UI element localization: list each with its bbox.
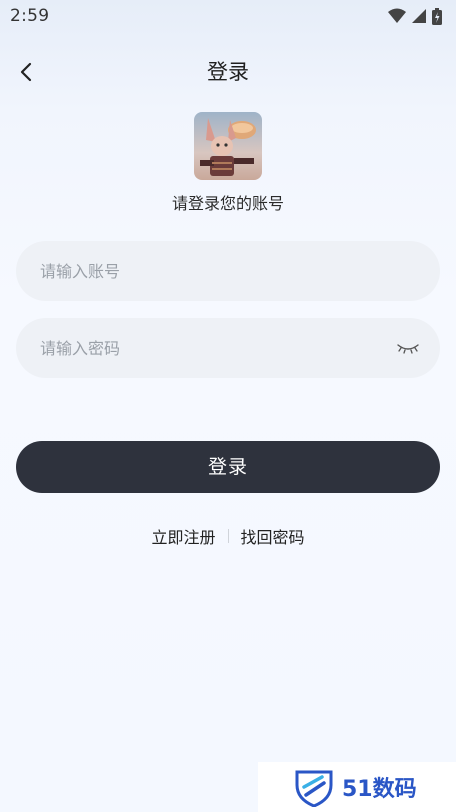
avatar bbox=[194, 112, 262, 180]
password-input[interactable] bbox=[40, 318, 380, 378]
status-icons bbox=[388, 7, 442, 25]
register-link[interactable]: 立即注册 bbox=[151, 524, 215, 548]
status-time: 2:59 bbox=[10, 6, 50, 26]
page-title: 登录 bbox=[207, 60, 249, 84]
auth-links: 立即注册 找回密码 bbox=[0, 524, 456, 548]
eye-closed-icon[interactable] bbox=[396, 338, 420, 358]
watermark: 51数码 bbox=[258, 762, 456, 812]
chevron-left-icon bbox=[20, 62, 32, 82]
shield-logo-icon bbox=[295, 770, 333, 807]
status-bar: 2:59 bbox=[0, 0, 456, 32]
nav-header: 登录 bbox=[0, 48, 456, 96]
wifi-icon bbox=[388, 8, 406, 23]
login-button[interactable]: 登录 bbox=[16, 441, 440, 493]
account-field bbox=[16, 241, 440, 301]
link-divider bbox=[227, 529, 229, 543]
login-subtitle: 请登录您的账号 bbox=[171, 194, 284, 213]
password-field bbox=[16, 318, 440, 378]
watermark-text: 51数码 bbox=[342, 777, 417, 802]
forgot-password-link[interactable]: 找回密码 bbox=[241, 524, 305, 548]
battery-icon bbox=[432, 7, 442, 25]
back-button[interactable] bbox=[10, 56, 42, 88]
signal-icon bbox=[412, 9, 426, 23]
account-input[interactable] bbox=[40, 241, 380, 301]
